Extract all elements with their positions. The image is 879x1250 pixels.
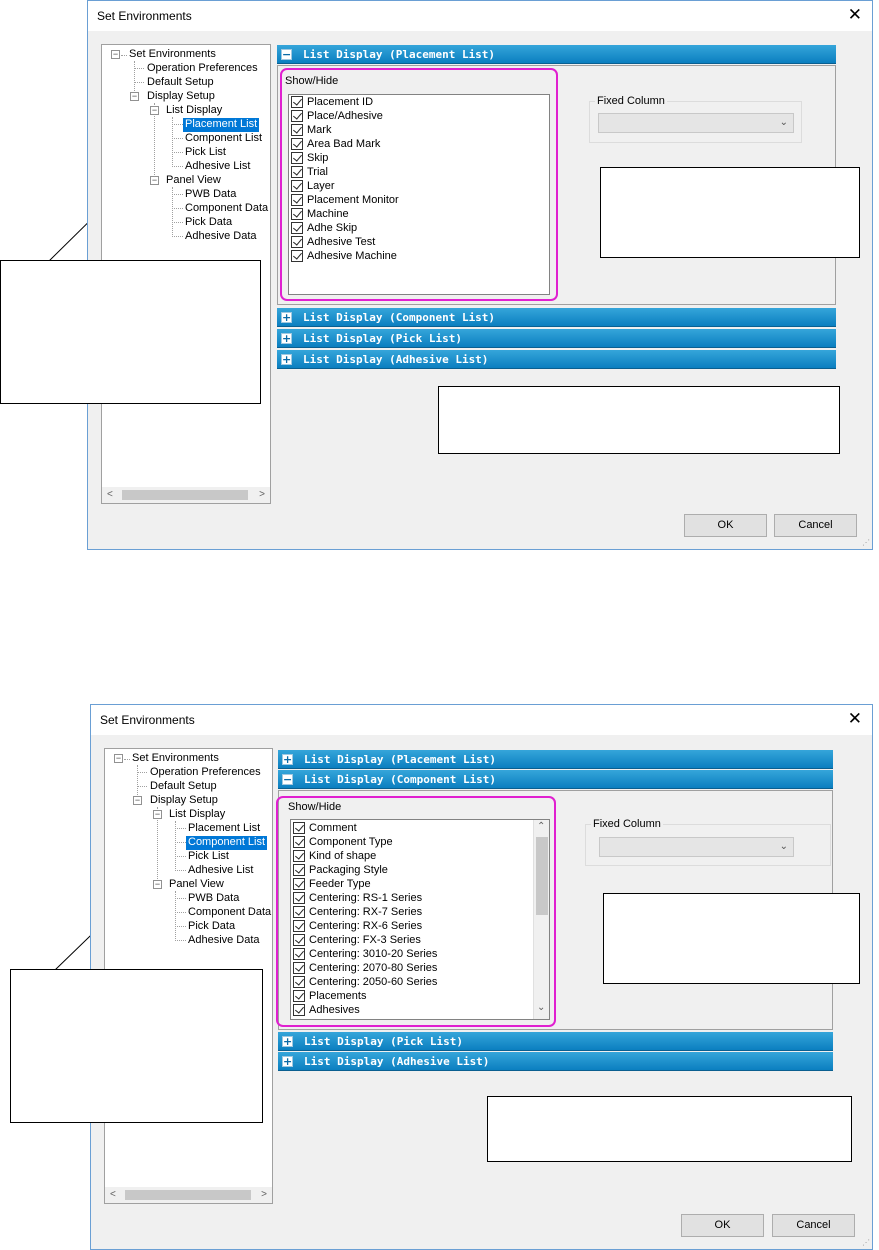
tree-horizontal-scrollbar[interactable]: < > xyxy=(102,487,270,503)
scroll-left-icon[interactable]: < xyxy=(110,1189,116,1200)
tree-item-display-setup[interactable]: Display Setup xyxy=(148,794,220,808)
fixed-column-label: Fixed Column xyxy=(595,95,667,107)
callout-box xyxy=(438,386,840,454)
expand-icon[interactable]: + xyxy=(282,1056,293,1067)
show-hide-highlight xyxy=(280,68,558,301)
tree-item-default-setup[interactable]: Default Setup xyxy=(145,76,216,90)
tree-item-list-display[interactable]: List Display xyxy=(164,104,224,118)
tree-item-default-setup[interactable]: Default Setup xyxy=(148,780,219,794)
tree-item-panel-view[interactable]: Panel View xyxy=(167,878,226,892)
title-bar: Set Environments ✕ xyxy=(91,705,872,735)
scroll-thumb[interactable] xyxy=(125,1190,251,1200)
tree-item-set-environments[interactable]: Set Environments xyxy=(130,752,221,766)
chevron-down-icon[interactable]: ⌄ xyxy=(780,117,788,128)
section-pick-list-header[interactable]: + List Display (Pick List) xyxy=(277,329,836,348)
tree-item-placement-list[interactable]: Placement List xyxy=(183,118,260,132)
fixed-column-dropdown[interactable]: ⌄ xyxy=(598,113,794,133)
tree-item-pick-list[interactable]: Pick List xyxy=(186,850,231,864)
tree-expand-icon[interactable]: − xyxy=(114,754,123,763)
callout-box xyxy=(10,969,263,1123)
tree-item-list-display[interactable]: List Display xyxy=(167,808,227,822)
section-placement-list-header[interactable]: + List Display (Placement List) xyxy=(278,750,833,769)
tree-item-pwb-data[interactable]: PWB Data xyxy=(183,188,238,202)
callout-box xyxy=(603,893,860,984)
tree-item-pwb-data[interactable]: PWB Data xyxy=(186,892,241,906)
size-grip-icon[interactable]: ⋰ xyxy=(862,538,870,547)
expand-icon[interactable]: + xyxy=(281,354,292,365)
scroll-left-icon[interactable]: < xyxy=(107,489,113,500)
title-bar: Set Environments ✕ xyxy=(88,1,872,31)
callout-box xyxy=(600,167,860,258)
expand-icon[interactable]: + xyxy=(281,312,292,323)
tree-item-component-list[interactable]: Component List xyxy=(186,836,268,850)
tree-item-operation-preferences[interactable]: Operation Preferences xyxy=(148,766,263,780)
tree-item-pick-list[interactable]: Pick List xyxy=(183,146,228,160)
tree-item-placement-list[interactable]: Placement List xyxy=(186,822,262,836)
tree-item-adhesive-list[interactable]: Adhesive List xyxy=(183,160,252,174)
fixed-column-label: Fixed Column xyxy=(591,818,663,830)
tree-expand-icon[interactable]: − xyxy=(153,880,162,889)
scroll-right-icon[interactable]: > xyxy=(259,489,265,500)
section-component-list-header[interactable]: + List Display (Component List) xyxy=(277,308,836,327)
callout-box xyxy=(0,260,261,404)
tree-expand-icon[interactable]: − xyxy=(111,50,120,59)
tree-item-adhesive-data[interactable]: Adhesive Data xyxy=(186,934,262,948)
show-hide-highlight xyxy=(276,796,556,1027)
collapse-icon[interactable]: − xyxy=(282,774,293,785)
collapse-icon[interactable]: − xyxy=(281,49,292,60)
tree-item-set-environments[interactable]: Set Environments xyxy=(127,48,218,62)
tree-item-component-list[interactable]: Component List xyxy=(183,132,264,146)
ok-button[interactable]: OK xyxy=(684,514,767,537)
scroll-right-icon[interactable]: > xyxy=(261,1189,267,1200)
tree-expand-icon[interactable]: − xyxy=(133,796,142,805)
tree-expand-icon[interactable]: − xyxy=(130,92,139,101)
scroll-thumb[interactable] xyxy=(122,490,248,500)
tree-item-pick-data[interactable]: Pick Data xyxy=(183,216,234,230)
cancel-button[interactable]: Cancel xyxy=(772,1214,855,1237)
size-grip-icon[interactable]: ⋰ xyxy=(862,1238,870,1247)
dialog-title: Set Environments xyxy=(97,9,192,23)
tree-item-adhesive-list[interactable]: Adhesive List xyxy=(186,864,255,878)
fixed-column-dropdown[interactable]: ⌄ xyxy=(599,837,794,857)
tree-item-panel-view[interactable]: Panel View xyxy=(164,174,223,188)
chevron-down-icon[interactable]: ⌄ xyxy=(780,841,788,852)
dialog-title: Set Environments xyxy=(100,713,195,727)
tree-item-component-data[interactable]: Component Data xyxy=(183,202,270,216)
section-adhesive-list-header[interactable]: + List Display (Adhesive List) xyxy=(277,350,836,369)
section-placement-list-header[interactable]: − List Display (Placement List) xyxy=(277,45,836,64)
tree-horizontal-scrollbar[interactable]: < > xyxy=(105,1187,272,1203)
tree-expand-icon[interactable]: − xyxy=(150,176,159,185)
close-icon[interactable]: ✕ xyxy=(848,710,862,727)
fixed-column-group: Fixed Column ⌄ xyxy=(585,818,831,866)
tree-item-display-setup[interactable]: Display Setup xyxy=(145,90,217,104)
expand-icon[interactable]: + xyxy=(281,333,292,344)
tree-item-operation-preferences[interactable]: Operation Preferences xyxy=(145,62,260,76)
tree-expand-icon[interactable]: − xyxy=(150,106,159,115)
section-pick-list-header[interactable]: + List Display (Pick List) xyxy=(278,1032,833,1051)
tree-item-pick-data[interactable]: Pick Data xyxy=(186,920,237,934)
close-icon[interactable]: ✕ xyxy=(848,6,862,23)
section-adhesive-list-header[interactable]: + List Display (Adhesive List) xyxy=(278,1052,833,1071)
ok-button[interactable]: OK xyxy=(681,1214,764,1237)
section-component-list-header[interactable]: − List Display (Component List) xyxy=(278,770,833,789)
expand-icon[interactable]: + xyxy=(282,754,293,765)
callout-box xyxy=(487,1096,852,1162)
tree-expand-icon[interactable]: − xyxy=(153,810,162,819)
expand-icon[interactable]: + xyxy=(282,1036,293,1047)
tree-item-adhesive-data[interactable]: Adhesive Data xyxy=(183,230,259,244)
cancel-button[interactable]: Cancel xyxy=(774,514,857,537)
fixed-column-group: Fixed Column ⌄ xyxy=(589,95,802,143)
tree-item-component-data[interactable]: Component Data xyxy=(186,906,273,920)
